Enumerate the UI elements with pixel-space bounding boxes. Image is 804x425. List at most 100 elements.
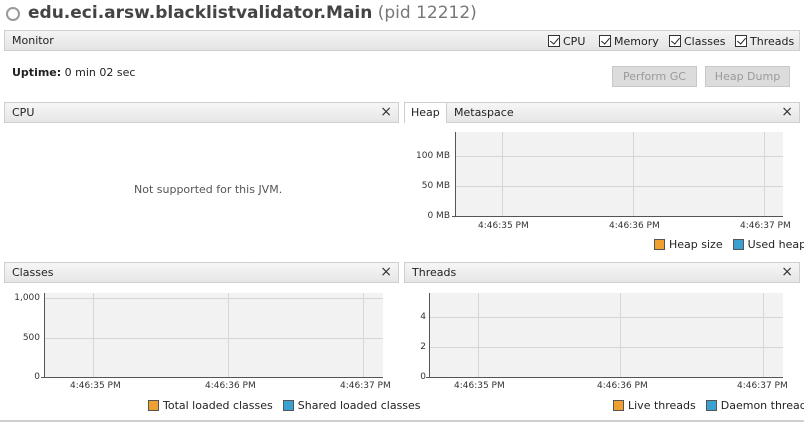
classes-x-tick: 4:46:37 PM — [340, 381, 391, 391]
classes-checkbox[interactable]: Classes — [669, 34, 725, 48]
heap-y-tick: 100 MB — [416, 151, 450, 161]
classes-panel-title: Classes — [12, 266, 54, 279]
classes-chart-plot — [45, 293, 383, 377]
uptime-value: 0 min 02 sec — [64, 66, 136, 79]
threads-x-axis — [426, 377, 783, 378]
monitor-label: Monitor — [12, 34, 54, 47]
app-name: edu.eci.arsw.blacklistvalidator.Main — [28, 3, 373, 23]
gridline — [45, 338, 383, 339]
cpu-panel-header: CPU × — [4, 102, 399, 123]
legend-label: Heap size — [669, 238, 723, 251]
close-icon[interactable]: × — [781, 264, 793, 280]
legend-item: Shared loaded classes — [282, 399, 421, 412]
threads-panel-header: Threads × — [404, 262, 800, 283]
classes-y-tick: 500 — [22, 333, 40, 343]
gridline — [430, 347, 783, 348]
uptime-text: Uptime: 0 min 02 sec — [12, 66, 135, 79]
heap-panel-header: Heap Metaspace × — [404, 102, 800, 123]
bottom-border — [0, 420, 804, 422]
tab-heap[interactable]: Heap — [405, 103, 447, 123]
perform-gc-button[interactable]: Perform GC — [612, 66, 697, 87]
legend-item: Heap size — [654, 238, 723, 251]
legend-label: Shared loaded classes — [297, 399, 421, 412]
title-bar: edu.eci.arsw.blacklistvalidator.Main (pi… — [0, 0, 804, 30]
classes-legend: Total loaded classes Shared loaded class… — [148, 399, 421, 412]
checkbox-checked-icon — [669, 35, 681, 47]
heap-dump-button[interactable]: Heap Dump — [705, 66, 790, 87]
gridline — [93, 293, 94, 377]
classes-x-tick: 4:46:36 PM — [205, 381, 256, 391]
classes-y-tick: 1,000 — [14, 293, 40, 303]
legend-swatch — [732, 239, 744, 250]
gridline — [764, 132, 765, 216]
classes-checkbox-label: Classes — [684, 34, 726, 48]
close-icon[interactable]: × — [781, 104, 793, 120]
checkbox-checked-icon — [548, 35, 560, 47]
legend-swatch — [705, 400, 717, 411]
monitor-bar: Monitor CPU Memory Classes Threads — [4, 30, 800, 51]
threads-panel-title: Threads — [412, 266, 457, 279]
gridline — [633, 132, 634, 216]
threads-x-tick: 4:46:36 PM — [597, 381, 648, 391]
heap-x-tick: 4:46:37 PM — [740, 221, 791, 231]
heap-y-tick: 0 MB — [427, 211, 450, 221]
legend-item: Total loaded classes — [148, 399, 273, 412]
visualvm-monitor-view: edu.eci.arsw.blacklistvalidator.Main (pi… — [0, 0, 804, 425]
cpu-panel-title: CPU — [12, 106, 35, 119]
threads-y-tick: 2 — [420, 342, 426, 352]
legend-swatch — [282, 400, 294, 411]
threads-checkbox[interactable]: Threads — [735, 34, 794, 48]
legend-label: Live threads — [628, 399, 696, 412]
pid-label: (pid 12212) — [377, 3, 477, 23]
checkbox-checked-icon — [599, 35, 611, 47]
threads-x-tick: 4:46:37 PM — [737, 381, 788, 391]
legend-item: Daemon threads — [705, 399, 804, 412]
close-icon[interactable]: × — [380, 264, 392, 280]
gridline — [363, 293, 364, 377]
legend-swatch — [613, 400, 624, 411]
legend-item: Used heap — [732, 238, 804, 251]
gridline — [430, 317, 783, 318]
legend-item: Live threads — [613, 399, 696, 412]
threads-chart-plot — [430, 293, 783, 377]
gridline — [763, 293, 764, 377]
gridline — [228, 293, 229, 377]
gridline — [456, 186, 783, 187]
threads-legend: Live threads Daemon threads — [613, 399, 804, 412]
threads-y-tick: 4 — [420, 312, 426, 322]
heap-x-tick: 4:46:36 PM — [609, 221, 660, 231]
legend-label: Used heap — [747, 238, 804, 251]
classes-panel-header: Classes × — [4, 262, 399, 283]
heap-x-tick: 4:46:35 PM — [478, 221, 529, 231]
gridline — [502, 132, 503, 216]
classes-x-axis — [41, 377, 383, 378]
close-icon[interactable]: × — [380, 104, 392, 120]
checkbox-checked-icon — [735, 35, 747, 47]
threads-y-tick: 0 — [420, 372, 426, 382]
threads-y-axis — [429, 293, 430, 378]
tab-metaspace[interactable]: Metaspace — [448, 103, 520, 123]
threads-checkbox-label: Threads — [750, 34, 795, 48]
app-status-icon — [6, 7, 20, 21]
legend-swatch — [148, 400, 159, 411]
classes-x-tick: 4:46:35 PM — [70, 381, 121, 391]
heap-y-tick: 50 MB — [421, 181, 450, 191]
classes-y-axis — [44, 293, 45, 378]
legend-label: Total loaded classes — [163, 399, 273, 412]
uptime-label: Uptime: — [12, 66, 62, 79]
legend-label: Daemon threads — [720, 399, 804, 412]
cpu-checkbox-label: CPU — [563, 34, 586, 48]
heap-chart-plot — [456, 132, 783, 216]
classes-y-tick: 0 — [34, 372, 40, 382]
heap-legend: Heap size Used heap — [654, 238, 804, 251]
cpu-checkbox[interactable]: CPU — [548, 34, 585, 48]
gridline — [45, 298, 383, 299]
memory-checkbox[interactable]: Memory — [599, 34, 659, 48]
legend-swatch — [654, 239, 665, 250]
page-title: edu.eci.arsw.blacklistvalidator.Main (pi… — [28, 3, 477, 23]
heap-x-axis — [452, 216, 783, 217]
gridline — [478, 293, 479, 377]
cpu-not-supported-message: Not supported for this JVM. — [134, 183, 283, 196]
gridline — [456, 156, 783, 157]
threads-x-tick: 4:46:35 PM — [454, 381, 505, 391]
